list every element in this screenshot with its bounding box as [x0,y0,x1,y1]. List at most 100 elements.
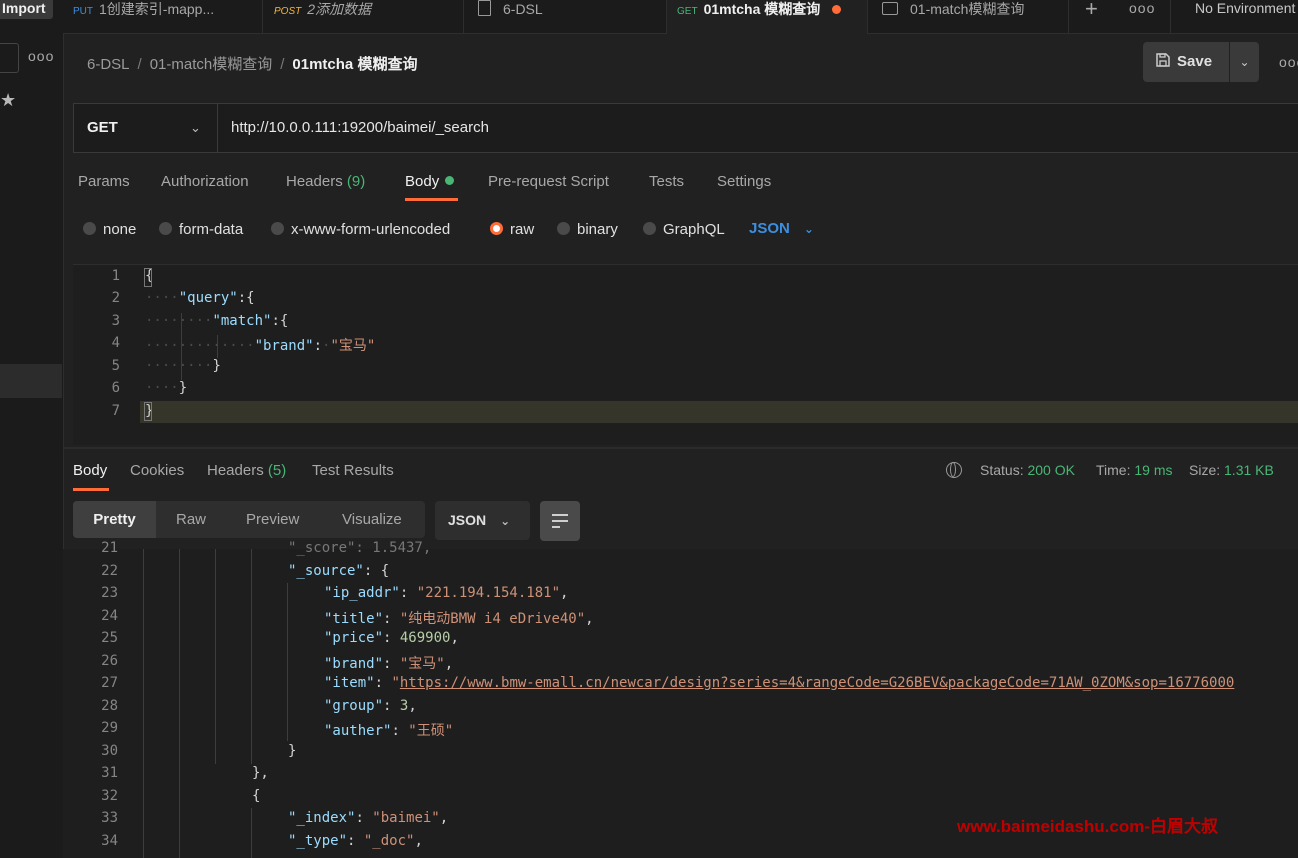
code-line: "brand": "宝马", [324,656,454,672]
tab-label: 6-DSL [503,1,543,17]
tab-body[interactable]: Body [405,173,455,190]
code-line: "title": "纯电动BMW i4 eDrive40", [324,611,594,627]
radio-none[interactable]: none [83,221,136,238]
save-icon [1156,53,1170,67]
sidebar-more-icon[interactable]: ooo [28,48,54,64]
line-number: 22 [101,563,118,579]
response-tab-body[interactable]: Body [73,462,107,479]
line-number: 5 [111,358,120,374]
tab-post-add-data[interactable]: POST 2添加数据 [263,0,464,33]
import-button[interactable]: Import [0,0,53,19]
active-tab-indicator [73,488,109,491]
sidebar-selected-item[interactable] [0,364,62,398]
raw-button[interactable]: Raw [176,501,206,538]
status-info[interactable]: Status: 200 OK [980,462,1075,478]
radio-label: binary [577,221,618,238]
tab-pre-request-script[interactable]: Pre-request Script [488,173,609,190]
response-headers-count: (5) [267,462,287,479]
unsaved-dot-icon [832,5,842,14]
code-line: "_score": 1.5437, [288,540,432,556]
tab-label: 01-match模糊查询 [910,1,1025,17]
line-number: 31 [101,765,118,781]
chevron-down-icon[interactable]: ⌄ [190,104,201,152]
line-number: 25 [101,630,118,646]
tab-put-create-index[interactable]: PUT 1创建索引-mapp... [63,0,263,33]
new-tab-icon[interactable]: + [1085,0,1098,22]
response-tab-test-results[interactable]: Test Results [312,462,394,479]
wrap-lines-icon[interactable] [540,501,580,541]
indent-guide [251,808,252,858]
code-line: ········} [145,358,221,374]
radio-label: GraphQL [663,221,725,238]
line-number: 7 [111,403,120,419]
status-value: 200 OK [1027,462,1075,478]
radio-form-data[interactable]: form-data [159,221,243,238]
pane-resize-handle[interactable] [63,447,1298,449]
indent-guide [143,549,144,858]
response-tab-cookies[interactable]: Cookies [130,462,184,479]
body-format-select[interactable]: JSON ⌄ [749,220,814,237]
line-number: 34 [101,833,118,849]
code-line: "_type": "_doc", [288,833,423,849]
bracket-match-box [144,402,152,421]
tab-headers[interactable]: Headers (9) [286,173,365,190]
time-info[interactable]: Time: 19 ms [1096,462,1173,478]
indent-guide [287,583,288,741]
tab-bar: PUT 1创建索引-mapp... POST 2添加数据 6-DSL GET 01mt… [63,0,1298,34]
tabs-more-icon[interactable]: ooo [1129,0,1155,16]
line-number: 33 [101,810,118,826]
chevron-down-icon: ⌄ [803,222,814,236]
radio-urlencoded[interactable]: x-www-form-urlencoded [271,221,450,238]
environment-select[interactable]: No Environment [1195,0,1295,16]
sidebar-search-input[interactable] [0,43,19,73]
chevron-down-icon: ⌄ [500,514,511,528]
left-sidebar [0,0,64,858]
item-url-link[interactable]: https://www.bmw-emall.cn/newcar/design?s… [400,675,1234,691]
response-tab-headers[interactable]: Headers (5) [207,462,286,479]
save-button[interactable]: Save [1143,42,1229,82]
tab-params[interactable]: Params [78,173,130,190]
page-title[interactable]: 01mtcha 模糊查询 [292,56,417,73]
tab-authorization[interactable]: Authorization [161,173,249,190]
folder-icon [882,2,898,15]
pretty-button[interactable]: Pretty [73,501,156,538]
code-line: "auther": "王硕" [324,723,454,739]
method-badge: PUT [73,6,93,17]
radio-binary[interactable]: binary [557,221,618,238]
document-icon [478,0,491,16]
line-number: 3 [111,313,120,329]
indent-guide [179,549,180,858]
status-label: Status: [980,462,1024,478]
breadcrumb-folder[interactable]: 01-match模糊查询 [150,56,273,73]
line-number: 29 [101,720,118,736]
line-number: 24 [101,608,118,624]
radio-icon [557,222,570,235]
visualize-button[interactable]: Visualize [342,501,402,538]
tab-tests[interactable]: Tests [649,173,684,190]
tab-01-match-folder[interactable]: 01-match模糊查询 [868,0,1069,33]
radio-raw[interactable]: raw [490,221,534,238]
tab-get-01mtcha[interactable]: GET 01mtcha 模糊查询 [667,0,868,34]
url-input[interactable]: http://10.0.0.111:19200/baimei/_search [231,104,489,152]
save-dropdown-chevron-icon[interactable]: ⌄ [1230,42,1259,82]
globe-icon[interactable] [946,462,962,478]
line-number: 32 [101,788,118,804]
breadcrumb-root[interactable]: 6-DSL [87,56,130,73]
tab-settings[interactable]: Settings [717,173,771,190]
tab-6-dsl[interactable]: 6-DSL [464,0,667,33]
line-number: 23 [101,585,118,601]
radio-label: none [103,221,137,238]
code-line: "_index": "baimei", [288,810,449,826]
code-line: "ip_addr": "221.194.154.181", [324,585,569,601]
header-more-icon[interactable]: ooo [1279,54,1298,70]
star-icon[interactable]: ★ [0,90,16,111]
watermark: www.baimeidashu.com-白眉大叔 [957,817,1219,836]
size-info[interactable]: Size: 1.31 KB [1189,462,1274,478]
breadcrumb: 6-DSL / 01-match模糊查询 / 01mtcha 模糊查询 [87,53,417,74]
response-format-select[interactable]: JSON ⌄ [435,501,530,540]
code-line: }, [252,765,269,781]
bracket-match-box [144,268,152,287]
preview-button[interactable]: Preview [246,501,299,538]
line-number: 27 [101,675,118,691]
radio-graphql[interactable]: GraphQL [643,221,725,238]
